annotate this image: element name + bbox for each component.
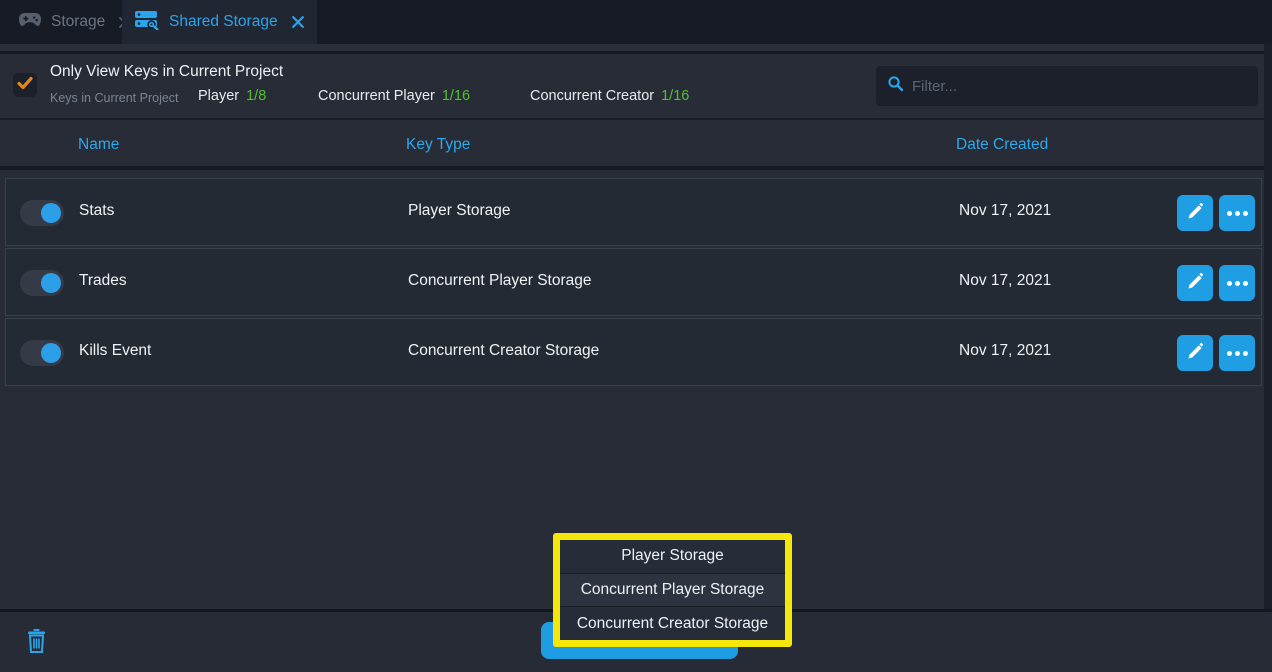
table-row: Stats Player Storage Nov 17, 2021: [5, 178, 1262, 246]
row-enable-toggle[interactable]: [20, 270, 64, 296]
check-icon: [17, 76, 33, 95]
key-type-dropdown-highlighted: Player Storage Concurrent Player Storage…: [553, 533, 792, 647]
player-quota: Player1/8: [198, 88, 266, 104]
trash-icon: [26, 629, 47, 656]
ellipsis-icon: [1227, 351, 1248, 356]
more-options-button[interactable]: [1219, 195, 1255, 231]
menu-item-concurrent-player-storage[interactable]: Concurrent Player Storage: [560, 574, 785, 607]
table-row: Trades Concurrent Player Storage Nov 17,…: [5, 248, 1262, 316]
toggle-knob: [41, 273, 61, 293]
column-header-name[interactable]: Name: [78, 136, 119, 154]
more-options-button[interactable]: [1219, 335, 1255, 371]
concurrent-player-quota: Concurrent Player1/16: [318, 88, 470, 104]
row-key-type: Concurrent Creator Storage: [408, 342, 599, 360]
header-section: Only View Keys in Current Project Keys i…: [0, 54, 1272, 118]
row-enable-toggle[interactable]: [20, 340, 64, 366]
edit-button[interactable]: [1177, 265, 1213, 301]
row-name: Kills Event: [79, 342, 151, 360]
row-key-type: Player Storage: [408, 202, 511, 220]
row-enable-toggle[interactable]: [20, 200, 64, 226]
column-header-date-created[interactable]: Date Created: [956, 136, 1048, 154]
concurrent-creator-quota-value: 1/16: [661, 88, 689, 104]
scrollbar-track[interactable]: [1264, 44, 1272, 672]
pencil-icon: [1186, 273, 1204, 294]
filter-box[interactable]: [876, 66, 1258, 106]
column-header-key-type[interactable]: Key Type: [406, 136, 470, 154]
row-date-created: Nov 17, 2021: [959, 202, 1051, 220]
row-key-type: Concurrent Player Storage: [408, 272, 592, 290]
tab-bar: Storage Shared Storage: [0, 0, 1272, 44]
checkbox-label: Only View Keys in Current Project: [50, 63, 283, 81]
player-quota-value: 1/8: [246, 88, 266, 104]
menu-item-player-storage[interactable]: Player Storage: [560, 540, 785, 573]
filter-input[interactable]: [912, 78, 1247, 95]
edit-button[interactable]: [1177, 195, 1213, 231]
tab-storage-label: Storage: [51, 13, 105, 31]
menu-item-concurrent-creator-storage[interactable]: Concurrent Creator Storage: [560, 607, 785, 640]
delete-button[interactable]: [22, 628, 50, 656]
row-date-created: Nov 17, 2021: [959, 342, 1051, 360]
ellipsis-icon: [1227, 281, 1248, 286]
more-options-button[interactable]: [1219, 265, 1255, 301]
close-icon[interactable]: [291, 15, 305, 29]
tab-shared-storage-label: Shared Storage: [169, 13, 278, 31]
table-row: Kills Event Concurrent Creator Storage N…: [5, 318, 1262, 386]
concurrent-creator-quota: Concurrent Creator1/16: [530, 88, 689, 104]
row-date-created: Nov 17, 2021: [959, 272, 1051, 290]
divider: [0, 44, 1272, 51]
toggle-knob: [41, 203, 61, 223]
pencil-icon: [1186, 203, 1204, 224]
row-name: Trades: [79, 272, 127, 290]
table-header: Name Key Type Date Created: [0, 118, 1272, 170]
concurrent-player-quota-value: 1/16: [442, 88, 470, 104]
ellipsis-icon: [1227, 211, 1248, 216]
row-name: Stats: [79, 202, 114, 220]
shared-storage-icon: [134, 10, 160, 35]
edit-button[interactable]: [1177, 335, 1213, 371]
only-current-project-checkbox[interactable]: [13, 73, 37, 97]
gamepad-icon: [18, 12, 42, 33]
keys-in-project-label: Keys in Current Project: [50, 91, 179, 105]
tab-shared-storage[interactable]: Shared Storage: [122, 0, 317, 44]
pencil-icon: [1186, 343, 1204, 364]
toggle-knob: [41, 343, 61, 363]
search-icon: [887, 75, 904, 97]
